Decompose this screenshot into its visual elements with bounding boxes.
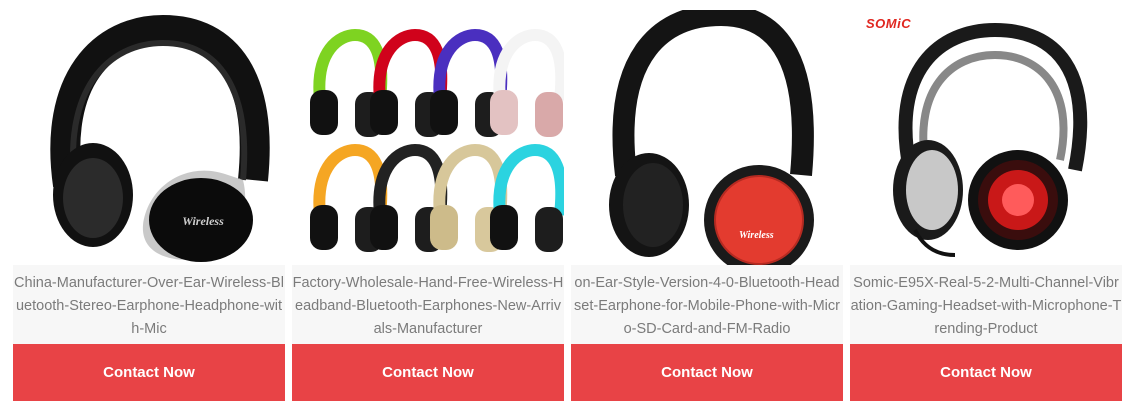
headphone-black-wireless-image: Wireless — [13, 10, 285, 265]
gaming-headset-image — [850, 10, 1122, 265]
contact-now-button[interactable]: Contact Now — [571, 344, 843, 401]
headphones-color-variants-image — [292, 10, 564, 265]
product-image[interactable]: Wireless — [571, 10, 843, 265]
product-grid: Wireless China-Manufacturer-Over-Ear-Wir… — [0, 0, 1122, 403]
image-wireless-label: Wireless — [182, 214, 224, 228]
product-name[interactable]: China-Manufacturer-Over-Ear-Wireless-Blu… — [13, 272, 285, 344]
headphone-red-on-ear-image: Wireless — [571, 10, 843, 265]
product-name[interactable]: Factory-Wholesale-Hand-Free-Wireless-Hea… — [292, 272, 564, 344]
somic-logo: SOMiC — [866, 16, 912, 31]
product-image[interactable]: SOMiC — [850, 10, 1122, 265]
product-card[interactable]: SOMiC Somic-E95X-Real-5-2-Multi-Channel-… — [850, 10, 1122, 401]
product-card[interactable]: Wireless China-Manufacturer-Over-Ear-Wir… — [13, 10, 285, 401]
contact-now-button[interactable]: Contact Now — [13, 344, 285, 401]
contact-now-button[interactable]: Contact Now — [292, 344, 564, 401]
image-wireless-label: Wireless — [739, 230, 774, 241]
product-card[interactable]: Factory-Wholesale-Hand-Free-Wireless-Hea… — [292, 10, 564, 401]
product-image[interactable] — [292, 10, 564, 265]
contact-now-button[interactable]: Contact Now — [850, 344, 1122, 401]
product-card[interactable]: Wireless on-Ear-Style-Version-4-0-Blueto… — [571, 10, 843, 401]
product-image[interactable]: Wireless — [13, 10, 285, 265]
product-name[interactable]: Somic-E95X-Real-5-2-Multi-Channel-Vibrat… — [850, 272, 1122, 344]
product-name[interactable]: on-Ear-Style-Version-4-0-Bluetooth-Heads… — [571, 272, 843, 344]
